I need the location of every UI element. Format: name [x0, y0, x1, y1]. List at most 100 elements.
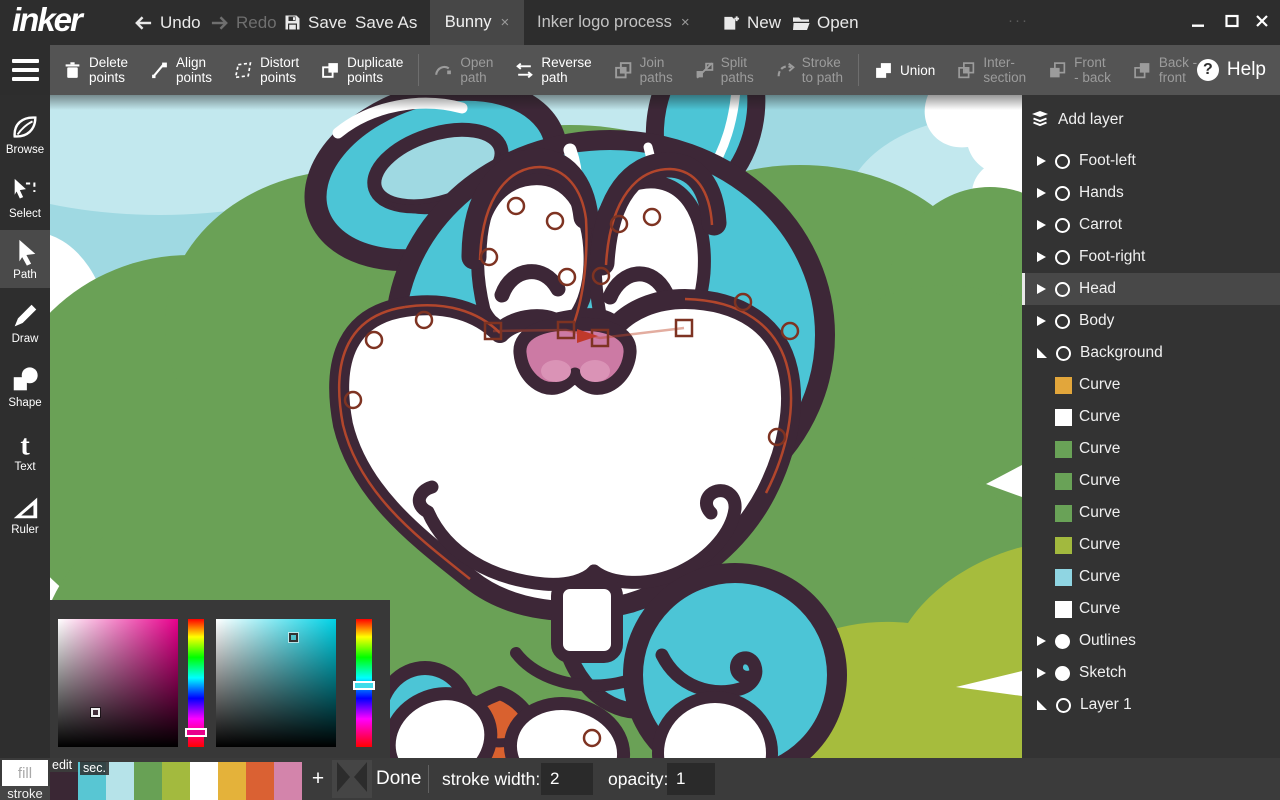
drawing-canvas[interactable]: [50, 95, 1022, 758]
tool-select[interactable]: Select: [0, 169, 50, 227]
palette-swatch[interactable]: [106, 762, 134, 800]
layer-marker-icon[interactable]: [1055, 154, 1070, 169]
window-minimize-button[interactable]: [1184, 0, 1212, 42]
expand-icon[interactable]: [1037, 156, 1046, 166]
layer-row-curve[interactable]: Curve: [1022, 433, 1280, 465]
expand-icon[interactable]: [1037, 220, 1046, 230]
layer-marker-icon[interactable]: [1055, 666, 1070, 681]
tab-close-icon[interactable]: ×: [681, 14, 690, 31]
curve-color-swatch[interactable]: [1055, 441, 1072, 458]
new-document-button[interactable]: New: [722, 0, 781, 45]
mirror-tool-button[interactable]: [332, 760, 372, 798]
layer-row-curve[interactable]: Curve: [1022, 369, 1280, 401]
help-button[interactable]: ? Help: [1197, 45, 1266, 95]
fill-color-swatch[interactable]: fill: [2, 760, 48, 786]
layer-row-head[interactable]: Head: [1022, 273, 1280, 305]
toolbar-button-open-path[interactable]: Openpath: [423, 45, 504, 95]
stroke-width-input[interactable]: 2: [541, 763, 593, 795]
expand-icon[interactable]: [1037, 316, 1046, 326]
curve-color-swatch[interactable]: [1055, 505, 1072, 522]
hue-marker[interactable]: [185, 728, 207, 737]
layer-marker-icon[interactable]: [1055, 250, 1070, 265]
save-button[interactable]: Save: [284, 0, 347, 45]
curve-color-swatch[interactable]: [1055, 601, 1072, 618]
layer-row-foot-right[interactable]: Foot-right: [1022, 241, 1280, 273]
palette-swatch[interactable]: [134, 762, 162, 800]
layer-row-outlines[interactable]: Outlines: [1022, 625, 1280, 657]
layer-marker-icon[interactable]: [1055, 314, 1070, 329]
tab-close-icon[interactable]: ×: [501, 14, 510, 31]
hue-marker[interactable]: [353, 681, 375, 690]
open-document-button[interactable]: Open: [792, 0, 859, 45]
layer-marker-icon[interactable]: [1055, 282, 1070, 297]
layer-row-curve[interactable]: Curve: [1022, 465, 1280, 497]
layer-row-foot-left[interactable]: Foot-left: [1022, 145, 1280, 177]
tool-shape[interactable]: Shape: [0, 358, 50, 416]
layer-marker-icon[interactable]: [1056, 698, 1071, 713]
add-layer-button[interactable]: Add layer: [1022, 107, 1280, 133]
stroke-color-swatch[interactable]: stroke: [0, 786, 50, 800]
layer-row-curve[interactable]: Curve: [1022, 497, 1280, 529]
palette-swatch[interactable]: [246, 762, 274, 800]
tool-path[interactable]: Path: [0, 230, 50, 288]
toolbar-button-join-paths[interactable]: Joinpaths: [603, 45, 684, 95]
layer-row-carrot[interactable]: Carrot: [1022, 209, 1280, 241]
layer-marker-icon[interactable]: [1055, 186, 1070, 201]
secondary-hue-slider[interactable]: [356, 619, 372, 747]
expand-icon[interactable]: [1037, 188, 1046, 198]
palette-swatch[interactable]: [162, 762, 190, 800]
toolbar-button-distort-points[interactable]: Distortpoints: [223, 45, 310, 95]
toolbar-button-reverse-path[interactable]: Reversepath: [504, 45, 602, 95]
overflow-handle[interactable]: ···: [1008, 12, 1029, 29]
expand-icon[interactable]: [1037, 636, 1046, 646]
color-cursor[interactable]: [91, 708, 100, 717]
toolbar-button-stroke-to-path[interactable]: Stroketo path: [765, 45, 854, 95]
palette-swatch[interactable]: [50, 772, 78, 800]
save-as-button[interactable]: Save As: [355, 0, 417, 45]
toolbar-button-duplicate-points[interactable]: Duplicatepoints: [310, 45, 414, 95]
layer-row-body[interactable]: Body: [1022, 305, 1280, 337]
tab-inker-logo-process[interactable]: Inker logo process ×: [537, 0, 690, 45]
undo-button[interactable]: Undo: [134, 0, 201, 45]
window-close-button[interactable]: [1248, 0, 1276, 42]
layer-row-curve[interactable]: Curve: [1022, 529, 1280, 561]
palette-swatch[interactable]: [218, 762, 246, 800]
curve-color-swatch[interactable]: [1055, 537, 1072, 554]
layer-row-curve[interactable]: Curve: [1022, 401, 1280, 433]
tool-draw[interactable]: Draw: [0, 294, 50, 352]
layer-marker-icon[interactable]: [1055, 218, 1070, 233]
window-maximize-button[interactable]: [1218, 0, 1246, 42]
secondary-saturation-square[interactable]: [216, 619, 336, 747]
done-button[interactable]: Done: [376, 758, 421, 800]
layer-row-layer-1[interactable]: Layer 1: [1022, 689, 1280, 721]
curve-color-swatch[interactable]: [1055, 409, 1072, 426]
layer-row-sketch[interactable]: Sketch: [1022, 657, 1280, 689]
toolbar-button-split-paths[interactable]: Splitpaths: [684, 45, 765, 95]
palette-swatch[interactable]: [190, 762, 218, 800]
tool-browse[interactable]: Browse: [0, 105, 50, 163]
main-menu-button[interactable]: [0, 45, 50, 95]
layer-row-hands[interactable]: Hands: [1022, 177, 1280, 209]
palette-swatch[interactable]: [274, 762, 302, 800]
fill-saturation-square[interactable]: [58, 619, 178, 747]
toolbar-button-union[interactable]: Union: [863, 45, 946, 95]
opacity-input[interactable]: 1: [667, 763, 715, 795]
collapse-icon[interactable]: [1037, 700, 1047, 710]
tab-bunny[interactable]: Bunny ×: [430, 0, 524, 45]
layer-marker-icon[interactable]: [1056, 346, 1071, 361]
tool-text[interactable]: tText: [0, 422, 50, 480]
toolbar-button-delete-points[interactable]: Deletepoints: [52, 45, 139, 95]
curve-color-swatch[interactable]: [1055, 377, 1072, 394]
layer-marker-icon[interactable]: [1055, 634, 1070, 649]
layer-row-curve[interactable]: Curve: [1022, 561, 1280, 593]
toolbar-button-intersection[interactable]: Inter-section: [946, 45, 1037, 95]
collapse-icon[interactable]: [1037, 348, 1047, 358]
color-cursor[interactable]: [289, 633, 298, 642]
layer-row-background[interactable]: Background: [1022, 337, 1280, 369]
redo-button[interactable]: Redo: [210, 0, 277, 45]
expand-icon[interactable]: [1037, 668, 1046, 678]
layer-row-curve[interactable]: Curve: [1022, 593, 1280, 625]
curve-color-swatch[interactable]: [1055, 473, 1072, 490]
expand-icon[interactable]: [1037, 252, 1046, 262]
tool-ruler[interactable]: Ruler: [0, 485, 50, 543]
